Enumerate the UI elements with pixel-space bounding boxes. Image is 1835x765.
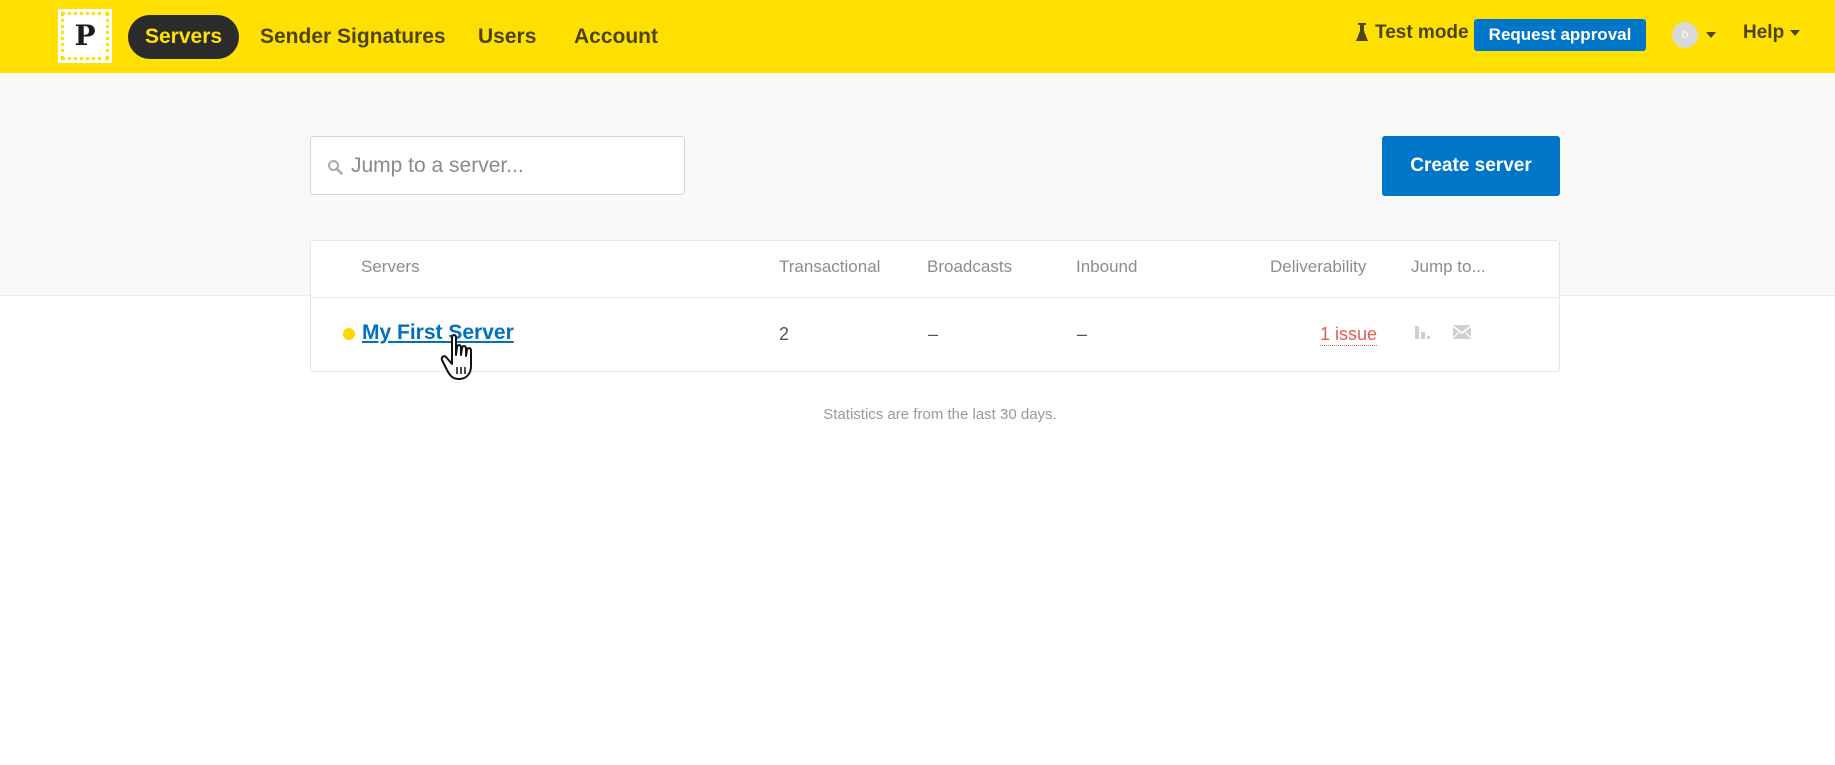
inbound-count: –: [1077, 324, 1088, 344]
postmark-logo[interactable]: P: [58, 9, 112, 63]
chevron-down-icon: [1790, 30, 1801, 36]
server-name-link[interactable]: My First Server: [362, 321, 514, 345]
servers-table: Servers Transactional Broadcasts Inbound…: [310, 240, 1560, 372]
search-icon: [328, 160, 343, 175]
bar-chart-icon[interactable]: [1412, 322, 1432, 342]
help-label: Help: [1743, 22, 1785, 43]
help-menu[interactable]: Help: [1743, 22, 1801, 44]
column-header-deliverability[interactable]: Deliverability: [1270, 257, 1366, 277]
request-approval-button[interactable]: Request approval: [1474, 19, 1646, 51]
nav-servers[interactable]: Servers: [128, 15, 240, 59]
broadcasts-count: –: [928, 324, 939, 344]
column-header-inbound[interactable]: Inbound: [1076, 257, 1137, 277]
status-dot: [343, 328, 355, 340]
top-navigation-bar: P Servers Sender Signatures Users Accoun…: [0, 0, 1835, 73]
nav-sender-signatures[interactable]: Sender Signatures: [260, 15, 446, 59]
test-mode-indicator[interactable]: Test mode: [1355, 22, 1469, 44]
table-row: My First Server 2 – – 1 issue: [311, 297, 1559, 372]
column-header-jump-to: Jump to...: [1411, 257, 1486, 276]
envelope-icon[interactable]: [1452, 322, 1472, 342]
column-header-broadcasts[interactable]: Broadcasts: [927, 257, 1012, 277]
account-menu[interactable]: D: [1672, 22, 1716, 48]
logo-letter: P: [74, 19, 96, 52]
search-input[interactable]: [351, 137, 676, 194]
flask-icon: [1356, 23, 1368, 41]
create-server-button[interactable]: Create server: [1382, 136, 1560, 196]
column-header-servers[interactable]: Servers: [361, 257, 420, 277]
nav-users[interactable]: Users: [478, 15, 536, 59]
nav-account[interactable]: Account: [574, 15, 658, 59]
server-search[interactable]: [310, 136, 685, 195]
column-header-transactional[interactable]: Transactional: [779, 257, 880, 277]
avatar: D: [1672, 22, 1698, 48]
chevron-down-icon: [1706, 32, 1716, 38]
transactional-count: 2: [779, 324, 790, 344]
test-mode-label: Test mode: [1375, 22, 1469, 43]
statistics-footnote: Statistics are from the last 30 days.: [823, 406, 1057, 423]
hand-pointer-cursor-icon: [440, 334, 472, 380]
deliverability-issue-link[interactable]: 1 issue: [1320, 324, 1378, 346]
